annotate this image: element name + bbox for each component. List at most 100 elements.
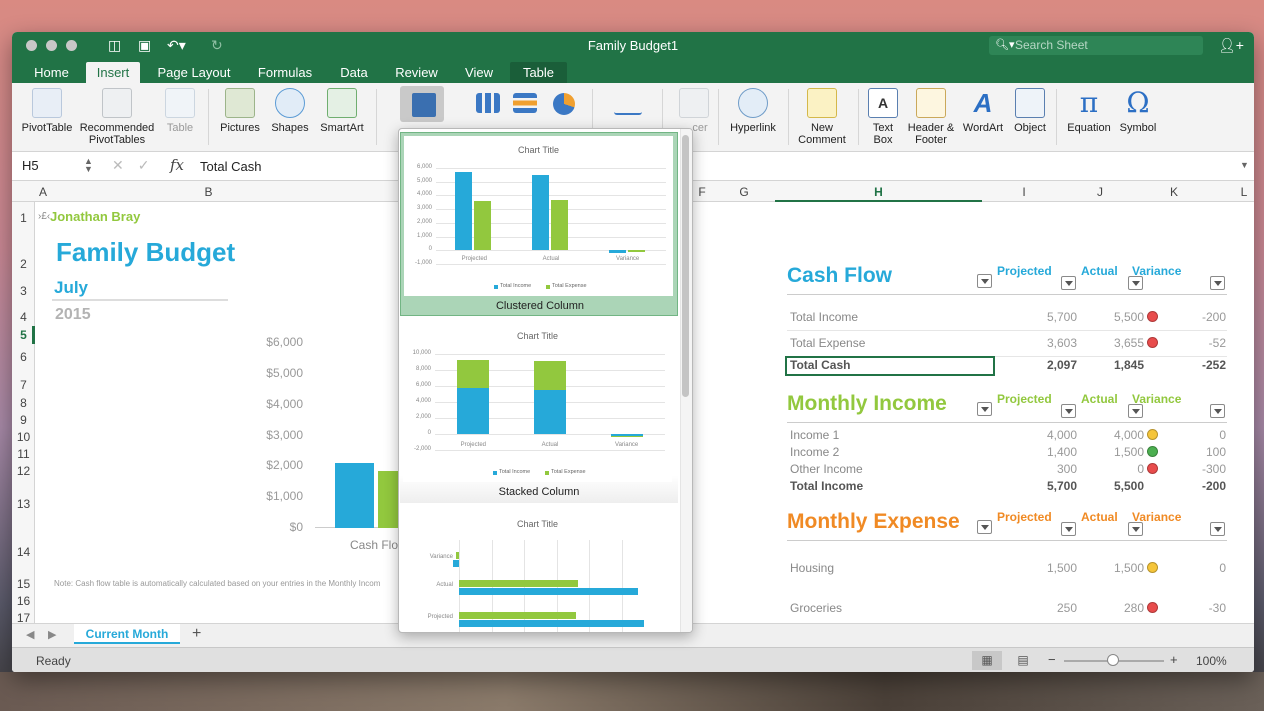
filter-dropdown-button[interactable] [1210, 404, 1225, 418]
projected-value[interactable]: 1,500 [1017, 561, 1077, 575]
row-header[interactable]: 4 [12, 310, 35, 324]
variance-value[interactable]: -30 [1166, 601, 1226, 615]
pictures-button[interactable]: Pictures [217, 88, 263, 134]
row-header[interactable]: 16 [12, 594, 35, 608]
page-title[interactable]: Family Budget [56, 237, 235, 268]
active-cell-h5[interactable] [785, 356, 995, 376]
actual-value[interactable]: 1,500 [1084, 445, 1144, 459]
sheet-tab-current-month[interactable]: Current Month [74, 624, 180, 644]
filter-dropdown-button[interactable] [1061, 404, 1076, 418]
column-header[interactable]: F [692, 185, 712, 199]
filter-dropdown-button[interactable] [1061, 522, 1076, 536]
projected-value[interactable]: 1,400 [1017, 445, 1077, 459]
row-header[interactable]: 14 [12, 545, 35, 559]
actual-value[interactable]: 0 [1084, 462, 1144, 476]
filter-dropdown-button[interactable] [1128, 404, 1143, 418]
actual-value[interactable]: 5,500 [1084, 310, 1144, 324]
gallery-item-clustered-column[interactable]: Chart Title 6,000 5,000 4,000 3,000 2,000 1,00… [400, 132, 678, 316]
variance-value[interactable]: 0 [1166, 561, 1226, 575]
variance-value[interactable]: 0 [1166, 428, 1226, 442]
row-header[interactable]: 1 [12, 211, 35, 225]
smartart-button[interactable]: SmartArt [318, 88, 366, 134]
row-header[interactable]: 9 [12, 413, 35, 427]
filter-dropdown-button[interactable] [1128, 276, 1143, 290]
filter-dropdown-button[interactable] [1210, 276, 1225, 290]
zoom-slider-knob[interactable] [1107, 654, 1119, 666]
projected-value[interactable]: 2,097 [1017, 358, 1077, 372]
row-label[interactable]: Income 2 [790, 445, 839, 459]
column-header-label[interactable]: Projected [997, 510, 1052, 524]
actual-value[interactable]: 1,500 [1084, 561, 1144, 575]
row-header[interactable]: 7 [12, 378, 35, 392]
column-header-label[interactable]: Variance [1132, 510, 1181, 524]
filter-dropdown-button[interactable] [1061, 276, 1076, 290]
row-header[interactable]: 11 [12, 447, 35, 461]
author-name[interactable]: Jonathan Bray [50, 209, 140, 224]
tab-data[interactable]: Data [332, 62, 376, 83]
row-header[interactable]: 15 [12, 577, 35, 591]
symbol-button[interactable]: Ω Symbol [1116, 88, 1160, 135]
projected-value[interactable]: 250 [1017, 601, 1077, 615]
object-button[interactable]: Object [1010, 88, 1050, 134]
row-header[interactable]: 12 [12, 464, 35, 478]
cancel-confirm-icons[interactable]: ✕✓ [112, 157, 163, 174]
monthly-expense-title[interactable]: Monthly Expense [787, 510, 960, 534]
prev-sheet-icon[interactable]: ◀ [26, 628, 34, 641]
column-header[interactable]: H [775, 185, 982, 199]
gallery-item-clustered-bar[interactable]: Chart Title Variance Actual Projected [400, 507, 678, 632]
normal-view-icon[interactable]: ▦ [972, 651, 1002, 670]
gallery-scrollbar-thumb[interactable] [682, 135, 689, 397]
projected-value[interactable]: 4,000 [1017, 428, 1077, 442]
column-header[interactable]: G [712, 185, 776, 199]
header-footer-button[interactable]: Header & Footer [904, 88, 958, 146]
text-box-button[interactable]: A Text Box [864, 88, 902, 146]
projected-value[interactable]: 5,700 [1017, 479, 1077, 493]
column-header[interactable]: B [51, 185, 366, 199]
row-label[interactable]: Housing [790, 561, 834, 575]
row-header[interactable]: 10 [12, 430, 35, 444]
column-header-label[interactable]: Projected [997, 392, 1052, 406]
actual-value[interactable]: 4,000 [1084, 428, 1144, 442]
column-header-label[interactable]: Projected [997, 264, 1052, 278]
new-comment-button[interactable]: New Comment [794, 88, 850, 146]
zoom-in-icon[interactable]: + [1170, 652, 1178, 667]
bar-chart-icon[interactable] [510, 93, 540, 117]
row-label[interactable]: Total Expense [790, 336, 865, 350]
filter-dropdown-button[interactable] [977, 520, 992, 534]
filter-dropdown-button[interactable] [977, 402, 992, 416]
insert-function-icon[interactable]: fx [170, 156, 184, 174]
column-header-label[interactable]: Actual [1081, 510, 1118, 524]
projected-value[interactable]: 3,603 [1017, 336, 1077, 350]
actual-value[interactable]: 280 [1084, 601, 1144, 615]
variance-value[interactable]: -200 [1166, 479, 1226, 493]
tab-formulas[interactable]: Formulas [252, 62, 318, 83]
column-header-label[interactable]: Actual [1081, 392, 1118, 406]
tab-view[interactable]: View [458, 62, 500, 83]
cash-flow-chart[interactable]: $6,000 $5,000 $4,000 $3,000 $2,000 $1,00… [235, 332, 425, 552]
row-label[interactable]: Total Income [790, 310, 858, 324]
month-label[interactable]: July [54, 278, 88, 298]
variance-value[interactable]: 100 [1166, 445, 1226, 459]
search-sheet-input[interactable]: 🔍︎▾ Search Sheet [989, 36, 1203, 55]
expand-formula-icon[interactable]: ▼ [1240, 160, 1249, 170]
sparklines-icon[interactable] [608, 93, 648, 119]
column-header-label[interactable]: Variance [1132, 264, 1181, 278]
table-button[interactable]: Table [162, 88, 198, 134]
column-header[interactable]: A [35, 185, 51, 199]
projected-value[interactable]: 300 [1017, 462, 1077, 476]
tab-review[interactable]: Review [389, 62, 444, 83]
row-label[interactable]: Groceries [790, 601, 842, 615]
tab-table[interactable]: Table [510, 62, 567, 83]
name-box-stepper-icon[interactable]: ▲ ▼ [84, 157, 93, 174]
column-header-label[interactable]: Actual [1081, 264, 1118, 278]
zoom-out-icon[interactable]: − [1048, 652, 1056, 667]
column-header[interactable]: I [982, 185, 1066, 199]
projected-value[interactable]: 5,700 [1017, 310, 1077, 324]
actual-value[interactable]: 5,500 [1084, 479, 1144, 493]
filter-dropdown-button[interactable] [1210, 522, 1225, 536]
pivottable-button[interactable]: PivotTable [18, 88, 76, 134]
year-label[interactable]: 2015 [55, 306, 91, 324]
tab-home[interactable]: Home [24, 62, 79, 83]
add-sheet-icon[interactable]: + [192, 625, 201, 643]
share-add-person-icon[interactable]: 👤︎+ [1218, 37, 1244, 54]
